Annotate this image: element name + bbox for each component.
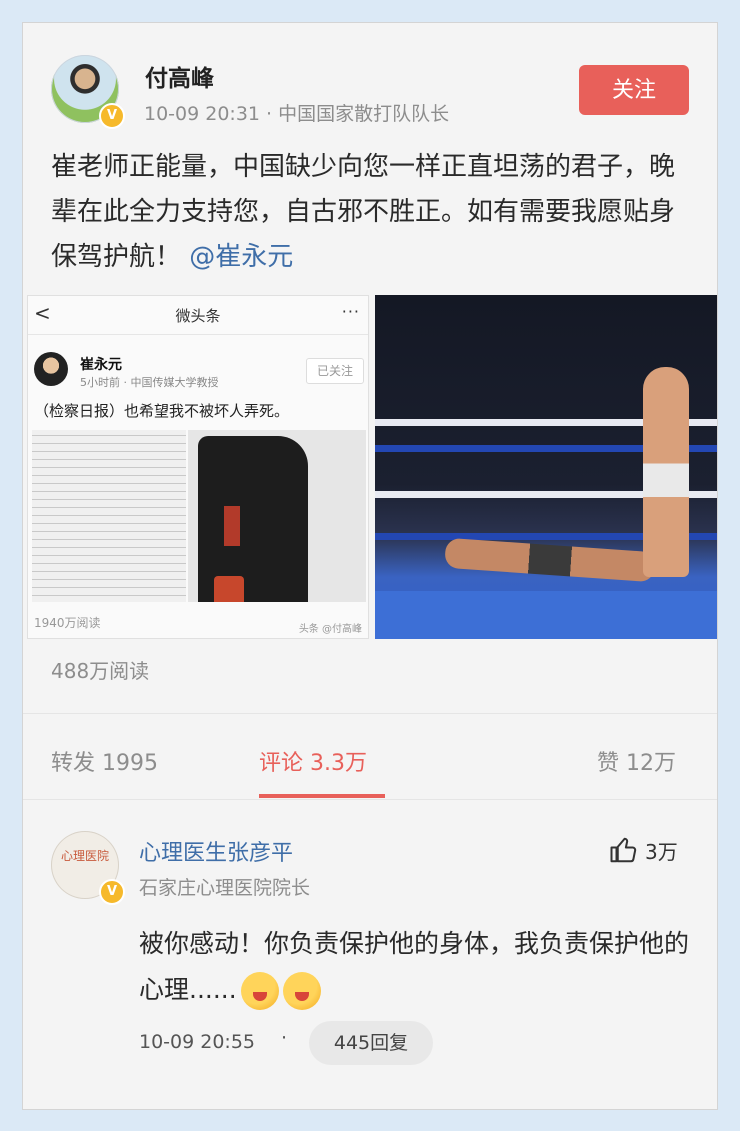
comment-like-button[interactable]: 3万 [609,835,678,865]
weibo-post-card: V 付高峰 10-09 20:31 · 中国国家散打队队长 关注 崔老师正能量，… [22,22,718,1110]
embedded-reads: 1940万阅读 [34,616,101,630]
comment-text: 被你感动！你负责保护他的身体，我负责保护他的心理...... [139,921,699,1013]
post-meta: 10-09 20:31 · 中国国家散打队队长 [144,103,450,125]
tab-comment[interactable]: 评论 3.3万 [259,745,367,777]
embedded-title: 微头条 [175,307,221,325]
embedded-meta: 5小时前 · 中国传媒大学教授 [80,376,219,389]
embedded-topbar: < 微头条 ··· [28,296,368,335]
author-name[interactable]: 付高峰 [145,59,214,93]
replies-button[interactable]: 445回复 [309,1021,433,1065]
comment-like-count: 3万 [645,839,678,864]
verified-badge-icon: V [99,103,125,129]
mention-link[interactable]: @崔永元 [189,242,293,272]
jacket-patch [224,506,240,546]
jacket-shape [198,436,308,602]
thumbs-up-icon [610,837,637,863]
embedded-watermark: 头条 @付高峰 [298,624,362,635]
embedded-text: （检察日报）也希望我不被坏人弄死。 [34,402,290,420]
document-image [32,430,186,602]
commenter-name[interactable]: 心理医生张彦平 [139,835,293,867]
ring-floor [375,591,717,639]
tab-repost[interactable]: 转发 1995 [51,745,158,777]
embedded-author: 崔永元 [80,357,122,373]
divider [23,713,717,714]
jacket-patch [214,576,244,602]
read-count: 488万阅读 [51,659,150,683]
embedded-follow-state: 已关注 [306,358,364,384]
follow-button[interactable]: 关注 [579,65,689,115]
separator-dot: · [281,1027,288,1049]
embedded-avatar [34,352,68,386]
comment-time: 10-09 20:55 [139,1031,256,1053]
more-icon: ··· [341,302,360,321]
embedded-screenshot[interactable]: < 微头条 ··· 崔永元 5小时前 · 中国传媒大学教授 已关注 （检察日报）… [27,295,369,639]
jacket-image [188,430,366,602]
post-body: 崔老师正能量，中国缺少向您一样正直坦荡的君子，晚辈在此全力支持您，自古邪不胜正。… [51,152,676,272]
post-text: 崔老师正能量，中国缺少向您一样正直坦荡的君子，晚辈在此全力支持您，自古邪不胜正。… [51,145,691,280]
divider [23,799,717,800]
knocked-down-fighter [444,537,656,583]
tab-like[interactable]: 赞 12万 [597,745,676,777]
grin-emoji-icon [282,972,321,1010]
commenter-meta: 石家庄心理医院院长 [139,877,311,899]
standing-fighter [643,367,689,577]
active-tab-indicator [259,794,385,798]
comment-body: 被你感动！你负责保护他的身体，我负责保护他的心理...... [139,929,690,1004]
verified-badge-icon: V [99,879,125,905]
grin-emoji-icon [240,972,279,1010]
boxing-photo[interactable] [375,295,717,639]
avatar-text: 心理医院 [60,849,109,863]
